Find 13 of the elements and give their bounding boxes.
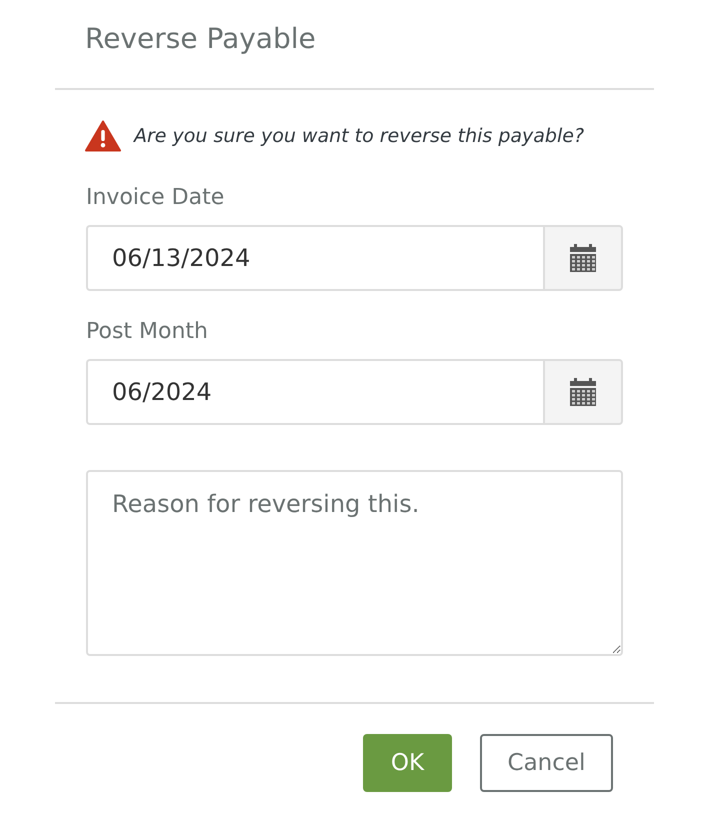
calendar-button[interactable] [543,225,623,291]
calendar-icon [570,378,596,406]
reason-field[interactable]: Reason for reversing this. [86,470,623,656]
dialog-title: Reverse Payable [85,22,316,55]
calendar-button[interactable] [543,359,623,425]
cancel-button[interactable]: Cancel [480,734,613,792]
date-field[interactable]: 06/13/2024 [86,225,543,291]
field-label: Post Month [86,319,209,344]
warning-icon [85,120,121,152]
warning-message: Are you sure you want to reverse this payable? [134,125,584,147]
calendar-icon [570,244,596,272]
field-label: Invoice Date [86,185,226,210]
date-field[interactable]: 06/2024 [86,359,543,425]
